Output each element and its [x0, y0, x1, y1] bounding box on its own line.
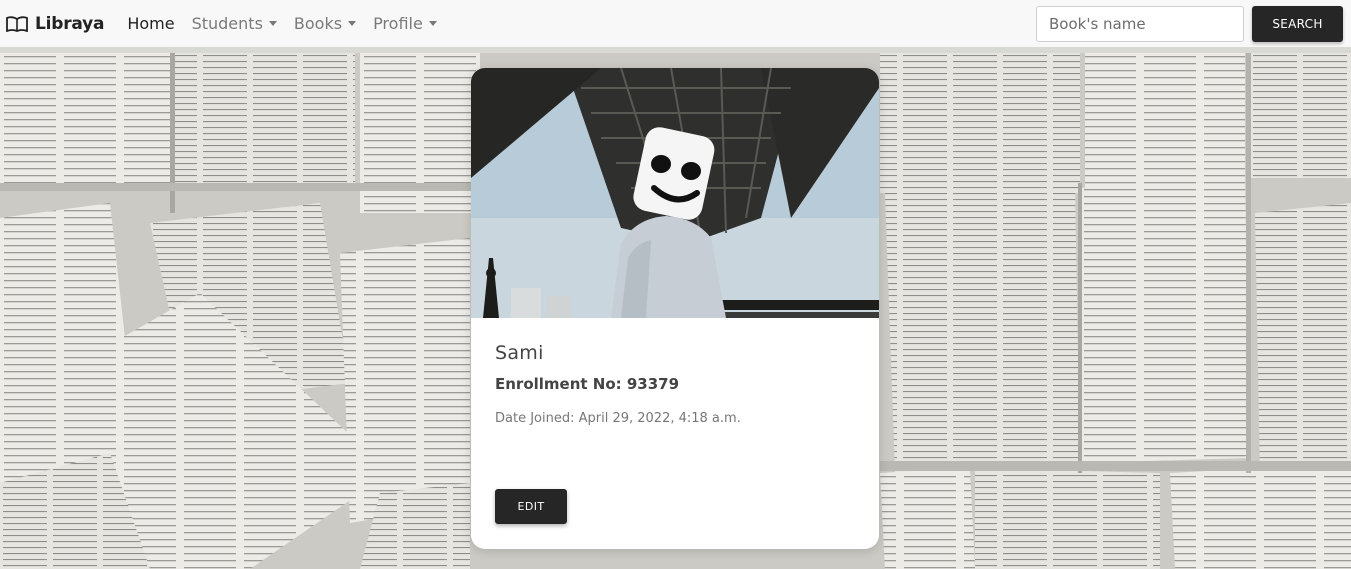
student-profile-card: Sami Enrollment No: 93379 Date Joined: A…: [471, 68, 879, 549]
nav-profile-label: Profile: [373, 14, 423, 33]
search-form: SEARCH: [1036, 6, 1343, 42]
card-body: Sami Enrollment No: 93379 Date Joined: A…: [471, 318, 879, 426]
caret-down-icon: [268, 21, 277, 26]
nav-books-label: Books: [293, 14, 343, 33]
nav-profile-dropdown[interactable]: Profile: [373, 14, 437, 33]
brand-name: Libraya: [35, 13, 105, 34]
enrollment-number: Enrollment No: 93379: [495, 375, 680, 393]
profile-photo: [471, 68, 879, 318]
nav-students-dropdown[interactable]: Students: [192, 14, 277, 33]
nav-home-label: Home: [127, 14, 175, 33]
brand-link[interactable]: Libraya: [6, 0, 105, 47]
student-name: Sami: [495, 342, 544, 364]
open-book-icon: [6, 15, 28, 32]
book-search-input[interactable]: [1036, 6, 1244, 42]
caret-down-icon: [348, 21, 357, 26]
nav-links: Home Students Books Profile: [127, 14, 453, 33]
nav-students-label: Students: [191, 14, 263, 33]
nav-books-dropdown[interactable]: Books: [293, 14, 357, 33]
nav-home-link[interactable]: Home: [127, 14, 174, 33]
navbar: Libraya Home Students Books Profile SEAR…: [0, 0, 1351, 47]
edit-button[interactable]: EDIT: [495, 489, 567, 524]
date-joined: Date Joined: April 29, 2022, 4:18 a.m.: [495, 411, 741, 426]
search-button[interactable]: SEARCH: [1252, 6, 1343, 42]
caret-down-icon: [428, 21, 437, 26]
